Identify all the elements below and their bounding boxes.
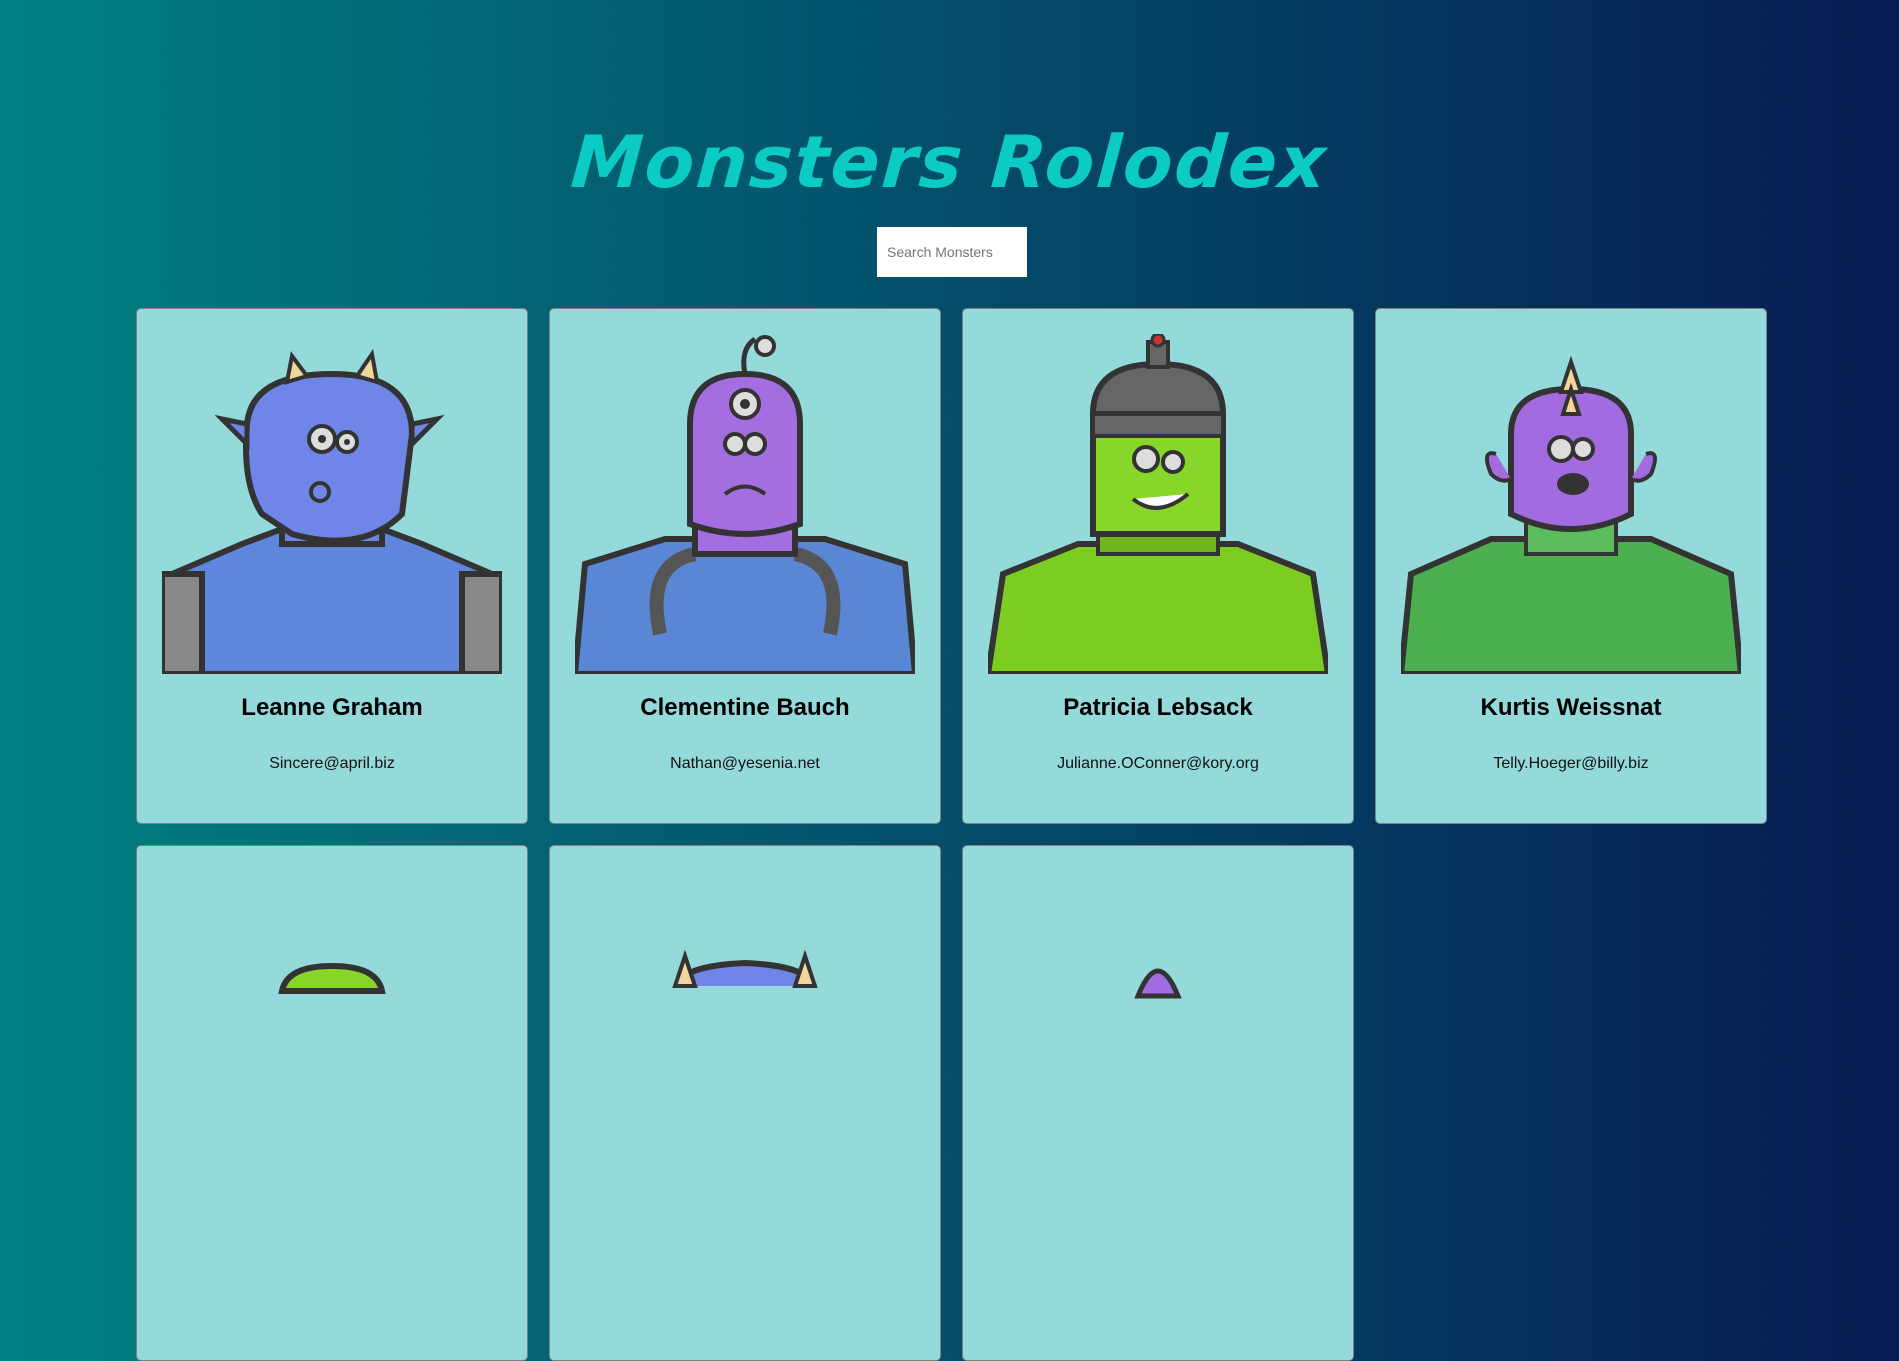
monster-card[interactable] bbox=[962, 845, 1354, 1361]
page-title: Monsters Rolodex bbox=[568, 120, 1331, 205]
monster-card[interactable]: Patricia Lebsack Julianne.OConner@kory.o… bbox=[962, 308, 1354, 824]
card-list: Leanne Graham Sincere@april.biz Clementi… bbox=[136, 308, 1767, 1361]
monster-email: Telly.Hoeger@billy.biz bbox=[1493, 755, 1649, 772]
monster-email: Julianne.OConner@kory.org bbox=[1057, 755, 1259, 772]
monster-email: Sincere@april.biz bbox=[269, 755, 395, 772]
monster-avatar-image bbox=[162, 348, 502, 674]
monster-card[interactable]: Leanne Graham Sincere@april.biz bbox=[136, 308, 528, 824]
monster-name: Leanne Graham bbox=[241, 694, 423, 721]
search-input[interactable] bbox=[877, 227, 1027, 277]
monster-card[interactable] bbox=[549, 845, 941, 1361]
monster-card[interactable]: Kurtis Weissnat Telly.Hoeger@billy.biz bbox=[1375, 308, 1767, 824]
monster-avatar-image bbox=[1134, 968, 1182, 999]
monster-card[interactable]: Clementine Bauch Nathan@yesenia.net bbox=[549, 308, 941, 824]
monster-avatar-image bbox=[1401, 355, 1741, 674]
monster-name: Patricia Lebsack bbox=[1063, 694, 1253, 721]
monster-avatar-image bbox=[278, 962, 386, 994]
monster-card[interactable] bbox=[136, 845, 528, 1361]
monster-avatar-image bbox=[672, 949, 818, 988]
monster-name: Clementine Bauch bbox=[640, 694, 850, 721]
monster-name: Kurtis Weissnat bbox=[1480, 694, 1662, 721]
monster-email: Nathan@yesenia.net bbox=[670, 755, 820, 772]
monster-avatar-image bbox=[575, 335, 915, 674]
monster-avatar-image bbox=[988, 334, 1328, 674]
